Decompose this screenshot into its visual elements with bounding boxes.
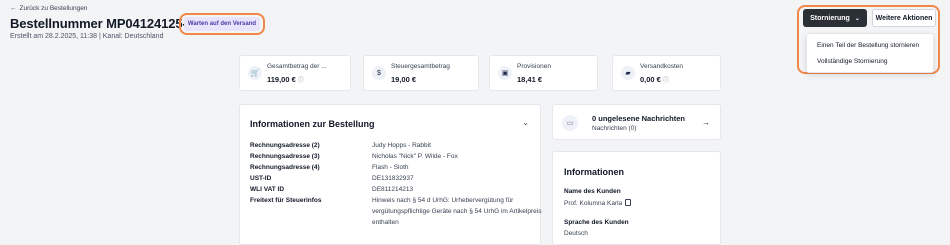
stat-card-commission: ▣ Provisionen 18,41 € xyxy=(489,55,598,91)
customer-name: Prof. Kolumna Karla xyxy=(564,200,623,207)
stat-card-tax: $ Steuergesamtbetrag 19,00 € xyxy=(363,55,479,91)
arrow-left-icon: ← xyxy=(10,5,17,12)
info-row: Rechnungsadresse (2) Judy Hopps - Rabbit xyxy=(250,142,431,149)
status-badge: Warten auf den Versand xyxy=(184,17,260,31)
copy-icon[interactable] xyxy=(625,199,632,206)
customer-name-label: Name des Kunden xyxy=(564,188,621,195)
created-date: Erstellt am 28.2.2025, 11:38 xyxy=(10,33,98,40)
customer-info-title: Informationen xyxy=(564,167,624,177)
stat-value: 18,41 € xyxy=(517,75,543,84)
storno-button[interactable]: Stornierung ⌄ xyxy=(803,9,867,27)
messages-title: 0 ungelesene Nachrichten xyxy=(592,114,685,123)
customer-language: Deutsch xyxy=(564,230,588,237)
info-icon[interactable]: ⓘ xyxy=(663,78,669,84)
back-link-label: Zurück zu Bestellungen xyxy=(19,5,88,12)
order-info-list: Rechnungsadresse (2) Judy Hopps - Rabbit … xyxy=(250,140,542,228)
info-row: Rechnungsadresse (4) Flash - Sloth xyxy=(250,164,409,171)
customer-info-card: Informationen Name des Kunden Prof. Kolu… xyxy=(552,151,721,245)
storno-button-label: Stornierung xyxy=(810,14,850,22)
stat-value: 19,00 € xyxy=(391,75,417,84)
stat-label: Steuergesamtbetrag xyxy=(391,63,450,70)
stat-card-total: 🛒 Gesamtbetrag der ... 119,00 € ⓘ xyxy=(239,55,351,91)
stat-value: 119,00 € ⓘ xyxy=(267,75,304,84)
info-row: UST-ID DE131832937 xyxy=(250,175,414,182)
cart-icon: 🛒 xyxy=(248,66,262,80)
info-row: WLI VAT ID DE811214213 xyxy=(250,186,414,193)
order-info-title: Informationen zur Bestellung xyxy=(250,119,375,129)
order-meta: Erstellt am 28.2.2025, 11:38 | Kanal: De… xyxy=(10,33,163,40)
truck-icon: ▰ xyxy=(621,66,635,80)
menu-item-partial-cancel[interactable]: Einen Teil der Bestellung stornieren xyxy=(817,42,919,49)
customer-name-row: Prof. Kolumna Karla xyxy=(564,199,632,207)
customer-language-label: Sprache des Kunden xyxy=(564,219,629,226)
channel: Kanal: Deutschland xyxy=(102,33,164,40)
info-row: Rechnungsadresse (3) Nicholas "Nick" P. W… xyxy=(250,153,458,160)
storno-dropdown-menu: Einen Teil der Bestellung stornieren Vol… xyxy=(806,33,934,73)
message-icon: ▭ xyxy=(562,115,578,131)
tax-coin-icon: $ xyxy=(372,66,386,80)
chevron-down-icon[interactable]: ⌄ xyxy=(522,118,529,127)
stat-label: Versandkosten xyxy=(640,63,684,70)
money-icon: ▣ xyxy=(498,66,512,80)
stat-value: 0,00 € ⓘ xyxy=(640,75,669,84)
menu-item-full-cancel[interactable]: Vollständige Stornierung xyxy=(817,58,887,65)
chevron-down-icon: ⌄ xyxy=(854,15,860,22)
stat-label: Gesamtbetrag der ... xyxy=(267,63,327,70)
order-info-card: Informationen zur Bestellung ⌄ Rechnungs… xyxy=(239,104,541,245)
stat-label: Provisionen xyxy=(517,63,551,70)
messages-card[interactable]: ▭ 0 ungelesene Nachrichten Nachrichten (… xyxy=(552,104,721,140)
info-row: Freitext für Steuerinfos Hinweis nach § 5… xyxy=(250,197,542,226)
back-link[interactable]: ← Zurück zu Bestellungen xyxy=(10,5,87,12)
more-actions-button[interactable]: Weitere Aktionen xyxy=(872,9,936,27)
messages-subtitle: Nachrichten (0) xyxy=(592,125,637,132)
stat-card-shipping: ▰ Versandkosten 0,00 € ⓘ xyxy=(612,55,721,91)
info-icon[interactable]: ⓘ xyxy=(298,78,304,84)
arrow-right-icon[interactable]: → xyxy=(702,118,710,127)
